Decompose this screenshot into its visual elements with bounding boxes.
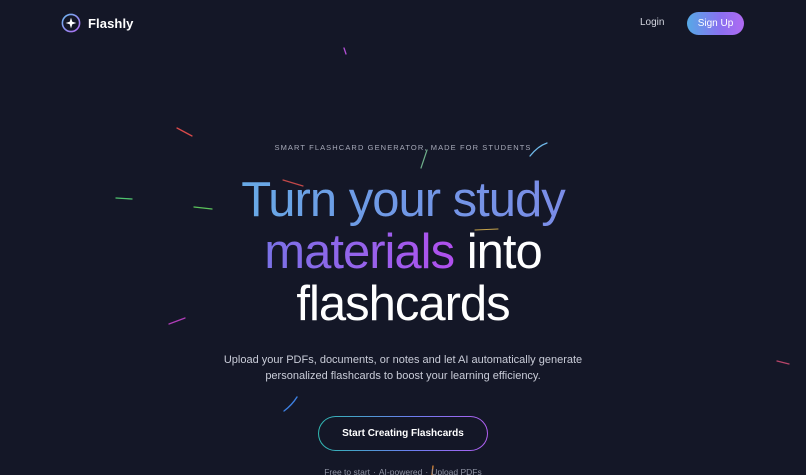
sparkle-star-icon xyxy=(61,13,81,33)
brand-logo[interactable]: Flashly xyxy=(61,13,134,33)
top-nav: Flashly Login Sign Up xyxy=(0,0,806,46)
hero-eyebrow: SMART FLASHCARD GENERATOR, MADE FOR STUD… xyxy=(274,143,532,152)
feature-list: Free to start · AI-powered · Upload PDFs xyxy=(0,467,806,475)
feature-separator: · xyxy=(373,467,376,475)
login-link[interactable]: Login xyxy=(640,17,664,28)
feature-item: Free to start xyxy=(324,467,371,475)
headline-line-2-rest: into xyxy=(454,225,543,279)
hero-headline: Turn your study materials into flashcard… xyxy=(0,174,806,330)
headline-line-3: flashcards xyxy=(296,277,510,331)
hero-description: Upload your PDFs, documents, or notes an… xyxy=(0,352,806,384)
feature-item: AI-powered xyxy=(378,467,423,475)
headline-line-2: materials into xyxy=(0,226,806,278)
feature-item: Upload PDFs xyxy=(431,467,482,475)
feature-separator: · xyxy=(425,467,429,475)
hero-description-line-2: personalized flashcards to boost your le… xyxy=(265,370,541,382)
start-creating-button[interactable]: Start Creating Flashcards xyxy=(318,416,488,451)
hero-description-line-1: Upload your PDFs, documents, or notes an… xyxy=(223,354,583,366)
landing-page: Flashly Login Sign Up SMART FLASHCARD GE… xyxy=(0,0,806,475)
headline-line-1: Turn your study xyxy=(0,174,806,226)
signup-button[interactable]: Sign Up xyxy=(687,12,744,35)
headline-highlight: materials xyxy=(264,225,455,279)
brand-name: Flashly xyxy=(88,15,134,31)
